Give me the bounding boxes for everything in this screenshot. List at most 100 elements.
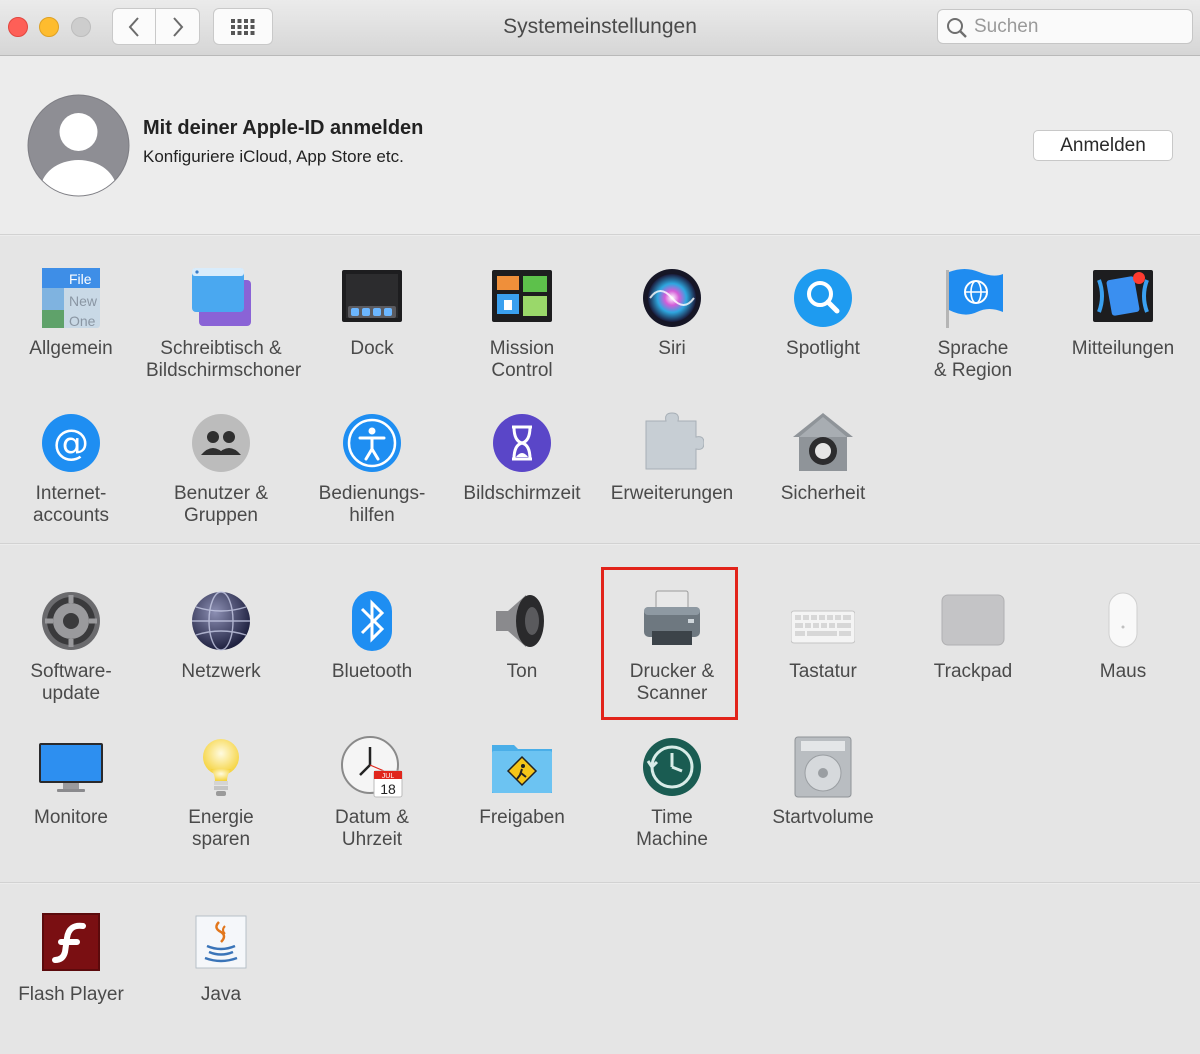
security-icon	[793, 413, 853, 471]
sign-in-button[interactable]: Anmelden	[1033, 130, 1173, 161]
pane-flash-player[interactable]: Flash Player	[0, 912, 146, 1006]
trackpad-icon	[941, 594, 1005, 646]
extensions-icon	[645, 412, 704, 470]
keyboard-icon	[791, 610, 855, 644]
energy-saver-icon	[203, 739, 239, 796]
pane-displays[interactable]: Monitore	[0, 735, 146, 829]
internet-accounts-icon: @	[42, 414, 100, 472]
flash-player-icon	[42, 913, 100, 971]
pane-label: Time Machine	[636, 807, 708, 850]
pane-general[interactable]: File New One Allgemein	[0, 266, 146, 360]
pane-label: Energie sparen	[188, 807, 254, 850]
pane-label: Bluetooth	[331, 661, 413, 682]
software-update-icon	[42, 592, 100, 650]
pane-language-region[interactable]: Sprache & Region	[898, 266, 1048, 382]
pane-trackpad[interactable]: Trackpad	[898, 589, 1048, 683]
pane-label: Schreibtisch & Bildschirmschoner	[146, 338, 302, 381]
pane-mouse[interactable]: Maus	[1048, 589, 1198, 683]
general-icon: File New One	[42, 268, 100, 329]
pane-accessibility[interactable]: Bedienungs- hilfen	[297, 411, 447, 527]
spotlight-icon	[794, 269, 852, 327]
pane-sharing[interactable]: Freigaben	[447, 735, 597, 829]
pane-time-machine[interactable]: Time Machine	[597, 735, 747, 851]
pane-desktop-screensaver[interactable]: Schreibtisch & Bildschirmschoner	[146, 266, 302, 382]
pane-screen-time[interactable]: Bildschirmzeit	[447, 411, 597, 505]
highlight-box	[601, 567, 738, 720]
search-icon	[947, 18, 967, 38]
pane-label: Siri	[658, 338, 686, 359]
title-bar: Systemeinstellungen	[0, 0, 1200, 56]
pane-label: Benutzer & Gruppen	[174, 483, 268, 526]
apple-id-banner: Mit deiner Apple-ID anmelden Konfigurier…	[0, 57, 1200, 235]
pane-label: Mission Control	[489, 338, 555, 381]
pane-label: Trackpad	[933, 661, 1013, 682]
pane-mission-control[interactable]: Mission Control	[447, 266, 597, 382]
siri-icon	[643, 269, 701, 327]
sharing-icon	[492, 745, 552, 793]
java-icon	[195, 915, 247, 969]
sound-icon	[496, 595, 544, 647]
time-machine-icon	[643, 738, 701, 796]
pane-label: Dock	[350, 338, 394, 359]
pane-keyboard[interactable]: Tastatur	[748, 589, 898, 683]
pane-label: Internet- accounts	[32, 483, 110, 526]
pane-spotlight[interactable]: Spotlight	[748, 266, 898, 360]
pane-label: Sicherheit	[780, 483, 866, 504]
pane-label: Spotlight	[786, 338, 860, 359]
pane-startup-disk[interactable]: Startvolume	[748, 735, 898, 829]
pane-label: Maus	[1099, 661, 1147, 682]
pane-extensions[interactable]: Erweiterungen	[597, 411, 747, 505]
pane-java[interactable]: Java	[146, 912, 296, 1006]
pane-label: Tastatur	[789, 661, 857, 682]
pane-dock[interactable]: Dock	[297, 266, 447, 360]
user-avatar-icon	[27, 94, 130, 197]
pane-label: Bildschirmzeit	[463, 483, 581, 504]
desktop-screensaver-icon	[192, 268, 251, 326]
pane-label: Erweiterungen	[610, 483, 734, 504]
pane-network[interactable]: Netzwerk	[146, 589, 296, 683]
network-icon	[192, 591, 250, 651]
mouse-icon	[1108, 592, 1138, 648]
pane-label: Java	[200, 984, 242, 1005]
pane-users-groups[interactable]: Benutzer & Gruppen	[146, 411, 296, 527]
svg-text:New: New	[69, 293, 98, 309]
language-region-icon	[946, 269, 1003, 328]
svg-text:@: @	[53, 423, 89, 464]
apple-id-title: Mit deiner Apple-ID anmelden	[143, 117, 424, 139]
accessibility-icon	[343, 414, 401, 472]
pane-label: Flash Player	[18, 984, 124, 1005]
svg-text:One: One	[69, 313, 96, 329]
pane-security[interactable]: Sicherheit	[748, 411, 898, 505]
pane-label: Monitore	[34, 807, 108, 828]
startup-disk-icon	[794, 736, 852, 798]
apple-id-subtitle: Konfiguriere iCloud, App Store etc.	[143, 147, 404, 166]
screen-time-icon	[493, 414, 551, 472]
pane-date-time[interactable]: JUL 18 Datum & Uhrzeit	[297, 735, 447, 851]
users-groups-icon	[192, 414, 250, 472]
svg-text:18: 18	[380, 781, 396, 797]
pane-siri[interactable]: Siri	[597, 266, 747, 360]
pane-software-update[interactable]: Software- update	[0, 589, 146, 705]
date-time-icon: JUL 18	[341, 736, 403, 798]
pane-label: Sprache & Region	[933, 338, 1013, 381]
pane-label: Mitteilungen	[1071, 338, 1175, 359]
pane-label: Allgemein	[29, 338, 113, 359]
pane-energy-saver[interactable]: Energie sparen	[146, 735, 296, 851]
pane-label: Software- update	[30, 661, 112, 704]
search-field[interactable]	[937, 9, 1193, 44]
mission-control-icon	[492, 270, 552, 322]
pane-label: Freigaben	[479, 807, 565, 828]
pane-bluetooth[interactable]: Bluetooth	[297, 589, 447, 683]
pane-label: Bedienungs- hilfen	[318, 483, 426, 526]
displays-icon	[39, 743, 103, 792]
pane-notifications[interactable]: Mitteilungen	[1048, 266, 1198, 360]
dock-icon	[342, 270, 402, 322]
pane-label: Datum & Uhrzeit	[335, 807, 409, 850]
svg-text:JUL: JUL	[382, 773, 395, 780]
svg-text:File: File	[69, 271, 92, 287]
bluetooth-icon	[352, 591, 392, 651]
pane-internet-accounts[interactable]: @ Internet- accounts	[0, 411, 146, 527]
notifications-icon	[1093, 270, 1153, 322]
search-input[interactable]	[974, 13, 1184, 40]
pane-sound[interactable]: Ton	[447, 589, 597, 683]
